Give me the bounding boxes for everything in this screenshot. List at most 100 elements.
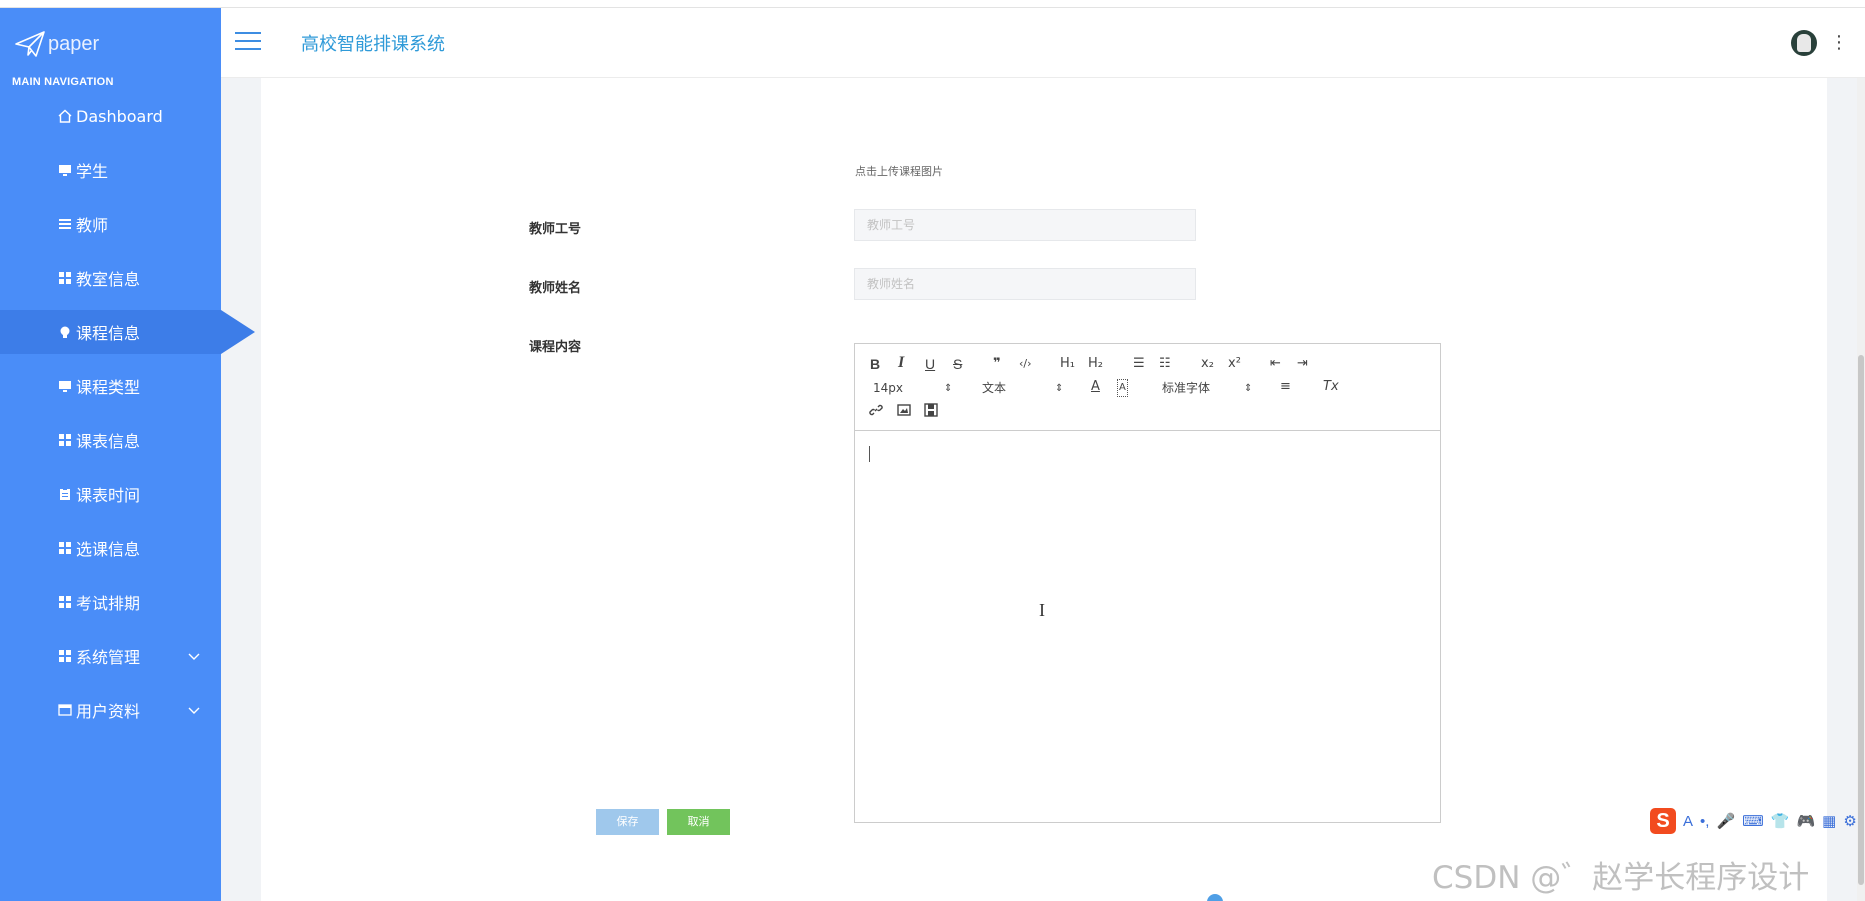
rich-text-editor: B I U S ❞ ‹/› H₁ H₂ ☰ ☷ x₂ x² ⇤ ⇥ 14px ⇕… bbox=[854, 343, 1441, 823]
video-icon bbox=[924, 403, 938, 417]
logo-text: paper bbox=[48, 32, 100, 55]
sidebar-item-timetable[interactable]: 课表信息 bbox=[0, 418, 221, 462]
font-color-button[interactable]: A bbox=[1091, 379, 1100, 395]
grid-icon bbox=[56, 269, 74, 287]
sidebar-item-label: 用户资料 bbox=[76, 702, 141, 721]
ime-mode-icon[interactable]: A bbox=[1683, 813, 1693, 830]
course-content-label: 课程内容 bbox=[529, 340, 582, 355]
text-caret bbox=[869, 446, 870, 462]
editor-body[interactable]: I bbox=[855, 432, 1440, 822]
home-icon bbox=[56, 107, 74, 125]
sidebar-item-label: 学生 bbox=[76, 162, 109, 181]
keyboard-icon[interactable]: ⌨ bbox=[1742, 812, 1764, 830]
logo[interactable]: paper bbox=[14, 24, 99, 64]
sidebar-item-classroom[interactable]: 教室信息 bbox=[0, 256, 221, 300]
menu-toggle-icon[interactable] bbox=[235, 32, 261, 52]
text-format-select[interactable]: 文本 bbox=[982, 380, 1006, 396]
grid-icon bbox=[56, 647, 74, 665]
editor-toolbar: B I U S ❞ ‹/› H₁ H₂ ☰ ☷ x₂ x² ⇤ ⇥ 14px ⇕… bbox=[855, 344, 1440, 431]
align-button[interactable]: ≡ bbox=[1280, 379, 1291, 395]
sidebar: paper MAIN NAVIGATION Dashboard 学生 教师 教室… bbox=[0, 8, 255, 901]
outdent-button[interactable]: ⇤ bbox=[1270, 356, 1281, 372]
sidebar-item-system[interactable]: 系统管理 bbox=[0, 634, 221, 678]
sidebar-item-dashboard[interactable]: Dashboard bbox=[0, 94, 221, 138]
font-size-select[interactable]: 14px bbox=[873, 380, 903, 396]
bullet-list-button[interactable]: ☷ bbox=[1159, 356, 1171, 372]
select-arrow-icon: ⇕ bbox=[944, 383, 953, 394]
code-block-button[interactable]: ‹/› bbox=[1019, 356, 1032, 372]
skin-icon[interactable]: 👕 bbox=[1771, 812, 1790, 830]
sidebar-item-timetable-time[interactable]: 课表时间 bbox=[0, 472, 221, 516]
list-icon bbox=[56, 215, 74, 233]
sidebar-item-label: 教师 bbox=[76, 216, 109, 235]
strikethrough-button[interactable]: S bbox=[953, 356, 962, 372]
monitor-icon bbox=[56, 161, 74, 179]
sogou-logo[interactable]: S bbox=[1650, 808, 1676, 834]
sidebar-item-label: 选课信息 bbox=[76, 540, 141, 559]
main-content: 点击上传课程图片 教师工号 教师姓名 课程内容 B I U S ❞ ‹/› H₁… bbox=[261, 78, 1827, 901]
microphone-icon[interactable]: 🎤 bbox=[1716, 812, 1735, 830]
grid-icon bbox=[56, 431, 74, 449]
image-button[interactable] bbox=[897, 403, 911, 422]
top-header: 高校智能排课系统 ⋮ bbox=[221, 8, 1865, 78]
italic-button[interactable]: I bbox=[898, 355, 904, 371]
sidebar-item-label: 课程信息 bbox=[76, 324, 141, 343]
cancel-button[interactable]: 取消 bbox=[667, 809, 730, 835]
apps-icon[interactable]: ▦ bbox=[1822, 812, 1836, 830]
sidebar-item-exam[interactable]: 考试排期 bbox=[0, 580, 221, 624]
sidebar-item-student[interactable]: 学生 bbox=[0, 148, 221, 192]
window-icon bbox=[56, 701, 74, 719]
teacher-id-input[interactable] bbox=[854, 209, 1196, 241]
sidebar-item-label: 课表时间 bbox=[76, 486, 141, 505]
ordered-list-button[interactable]: ☰ bbox=[1133, 356, 1145, 372]
font-family-select[interactable]: 标准字体 bbox=[1162, 380, 1210, 396]
background-color-button[interactable]: A bbox=[1117, 379, 1128, 397]
sidebar-item-label: 课表信息 bbox=[76, 432, 141, 451]
chevron-down-icon bbox=[188, 653, 200, 660]
heading1-button[interactable]: H₁ bbox=[1060, 356, 1075, 372]
upload-hint: 点击上传课程图片 bbox=[855, 165, 943, 178]
sidebar-item-label: 教室信息 bbox=[76, 270, 141, 289]
chevron-down-icon bbox=[188, 707, 200, 714]
ime-punctuation-icon[interactable]: •, bbox=[1700, 813, 1709, 830]
subscript-button[interactable]: x₂ bbox=[1201, 356, 1214, 372]
sidebar-item-teacher[interactable]: 教师 bbox=[0, 202, 221, 246]
video-button[interactable] bbox=[924, 403, 938, 422]
system-title: 高校智能排课系统 bbox=[301, 34, 445, 55]
link-icon bbox=[869, 404, 883, 416]
settings-icon[interactable]: ⚙ bbox=[1843, 812, 1856, 830]
sidebar-item-selection[interactable]: 选课信息 bbox=[0, 526, 221, 570]
user-avatar[interactable] bbox=[1791, 30, 1817, 56]
clear-format-button[interactable]: Tx bbox=[1323, 379, 1339, 395]
grid-icon bbox=[56, 539, 74, 557]
more-options-icon[interactable]: ⋮ bbox=[1830, 32, 1848, 54]
ime-toolbar: S A •, 🎤 ⌨ 👕 🎮 ▦ ⚙ bbox=[1650, 806, 1865, 836]
sidebar-item-course[interactable]: 课程信息 bbox=[0, 310, 255, 354]
sidebar-item-label: 系统管理 bbox=[76, 648, 141, 667]
teacher-name-input[interactable] bbox=[854, 268, 1196, 300]
heading2-button[interactable]: H₂ bbox=[1088, 356, 1103, 372]
monitor-icon bbox=[56, 377, 74, 395]
image-icon bbox=[897, 404, 911, 416]
sidebar-item-label: 考试排期 bbox=[76, 594, 141, 613]
lightbulb-icon bbox=[56, 323, 74, 341]
sidebar-item-course-type[interactable]: 课程类型 bbox=[0, 364, 221, 408]
game-icon[interactable]: 🎮 bbox=[1796, 812, 1815, 830]
underline-button[interactable]: U bbox=[925, 356, 935, 372]
text-cursor-icon: I bbox=[1039, 600, 1045, 620]
grid-icon bbox=[56, 593, 74, 611]
link-button[interactable] bbox=[869, 403, 883, 422]
sidebar-item-profile[interactable]: 用户资料 bbox=[0, 688, 221, 732]
sidebar-item-label: Dashboard bbox=[76, 106, 163, 126]
watermark: CSDN @゛赵学长程序设计 bbox=[1432, 860, 1810, 896]
save-button[interactable]: 保存 bbox=[596, 809, 659, 835]
superscript-button[interactable]: x² bbox=[1228, 356, 1241, 372]
blockquote-button[interactable]: ❞ bbox=[993, 356, 1001, 372]
select-arrow-icon: ⇕ bbox=[1055, 383, 1064, 394]
bold-button[interactable]: B bbox=[870, 356, 880, 372]
teacher-name-label: 教师姓名 bbox=[529, 281, 582, 296]
sidebar-item-label: 课程类型 bbox=[76, 378, 141, 397]
clipboard-icon bbox=[56, 485, 74, 503]
teacher-id-label: 教师工号 bbox=[529, 222, 582, 237]
indent-button[interactable]: ⇥ bbox=[1297, 356, 1308, 372]
